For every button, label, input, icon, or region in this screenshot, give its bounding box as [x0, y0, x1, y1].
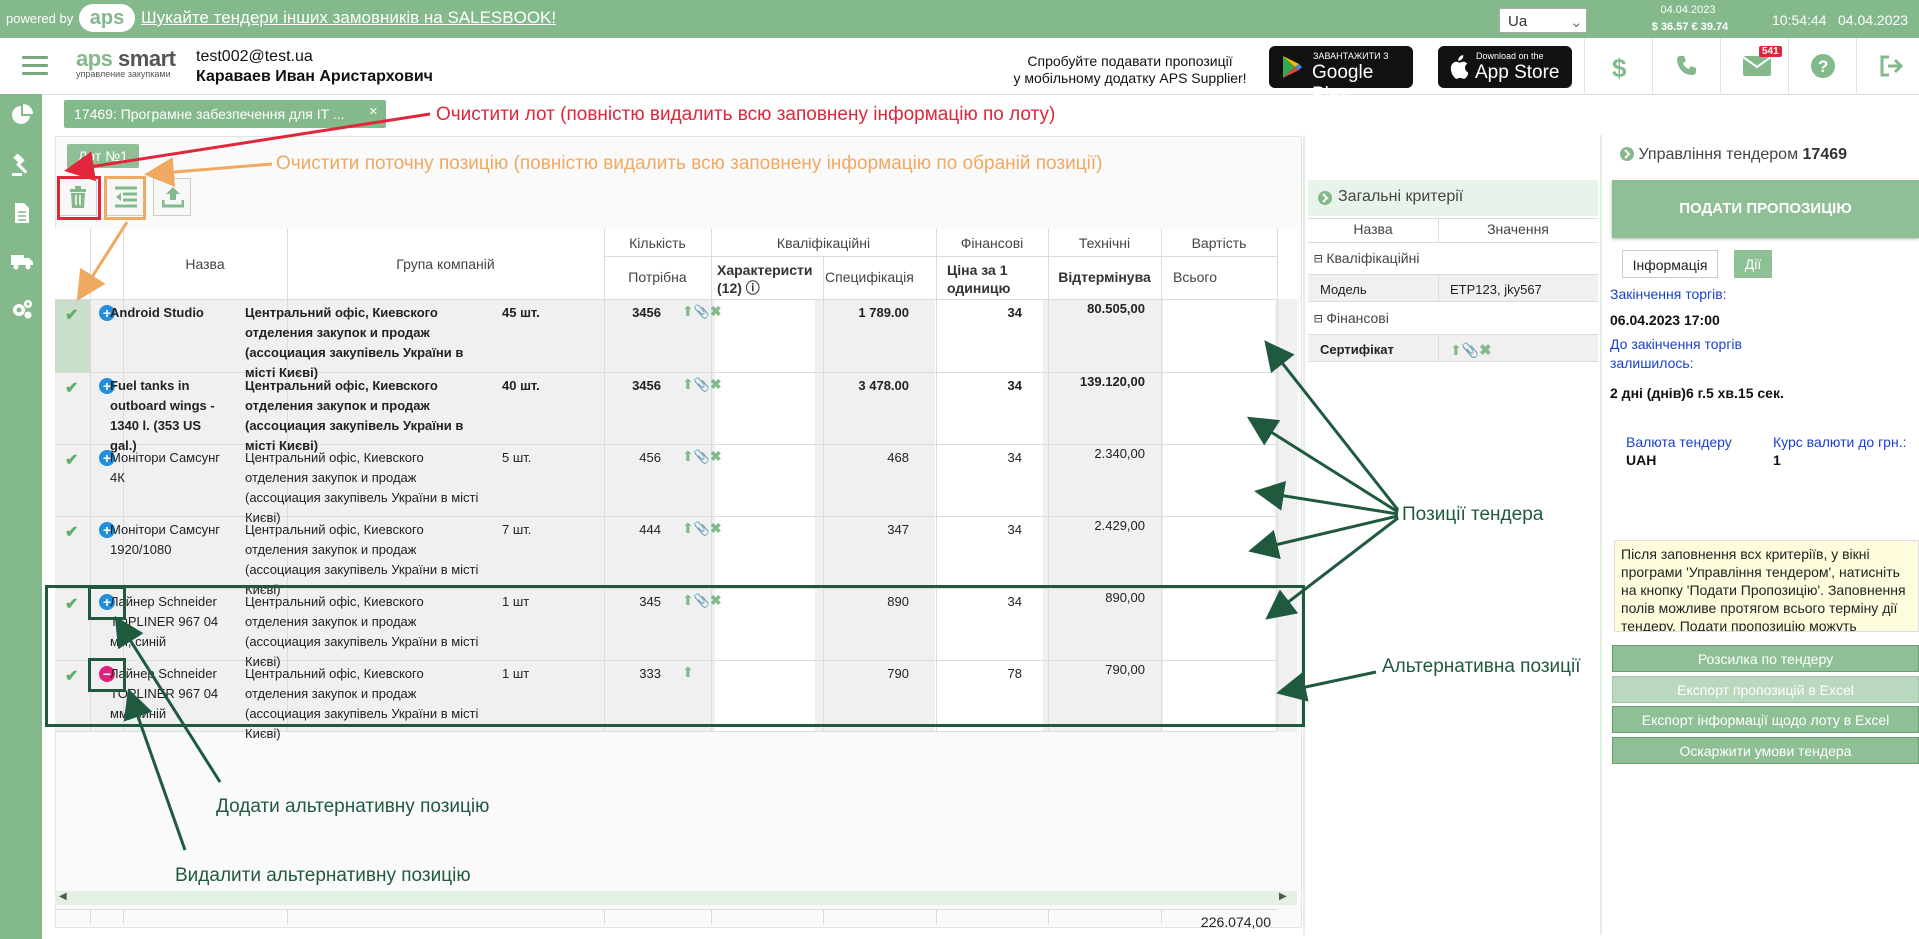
arrow-alternative — [1276, 670, 1377, 702]
arrow-pos-1 — [1264, 340, 1400, 511]
arrow-pos-2 — [1246, 416, 1399, 514]
annotation-clear-lot: Очистити лот (повністю видалить всю запо… — [436, 104, 1056, 125]
annotation-alternative: Альтернативна позиції — [1382, 656, 1581, 677]
annotation-positions: Позиції тендера — [1402, 504, 1544, 525]
arrow-clear-position — [144, 157, 273, 187]
arrow-pos-3 — [1254, 480, 1399, 516]
annotation-del-alt: Видалити альтернативну позицію — [175, 865, 471, 886]
arrow-del-alt — [123, 688, 187, 851]
annotation-add-alt: Додати альтернативну позицію — [216, 796, 490, 817]
annotation-clear-position: Очистити поточну позицію (повністю видал… — [276, 153, 1103, 174]
arrow-pos-5 — [1265, 516, 1399, 620]
arrow-position-check — [76, 221, 129, 302]
